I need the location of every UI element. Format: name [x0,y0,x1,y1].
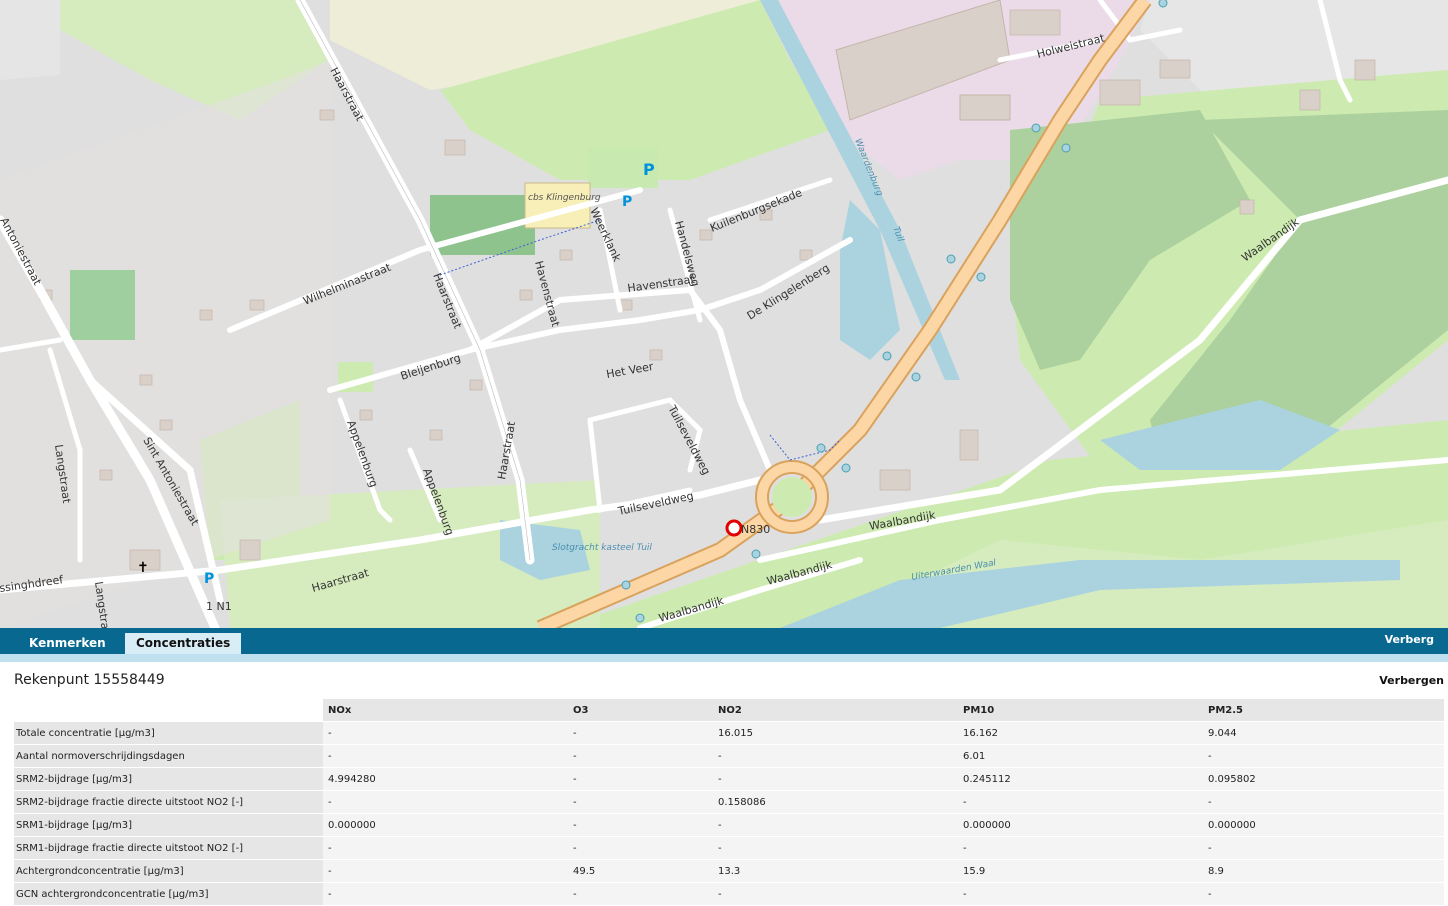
table-cell: - [958,836,1203,860]
table-cell: - [323,836,568,860]
selected-point-marker[interactable] [725,519,743,537]
table-cell: 8.9 [1203,859,1444,883]
table-cell: - [323,721,568,745]
table-header-row: NOx O3 NO2 PM10 PM2.5 [14,699,1444,722]
hide-panel-link[interactable]: Verberg [1385,633,1434,646]
table-cell: - [323,744,568,768]
parking-icon: P [643,160,655,179]
road-number-label: N830 [741,523,770,536]
table-cell: 49.5 [568,859,713,883]
table-cell: 16.162 [958,721,1203,745]
table-row: GCN achtergrondconcentratie [µg/m3] - - … [14,882,1444,906]
column-header-pm25: PM2.5 [1203,699,1444,722]
row-label: SRM2-bijdrage [µg/m3] [14,767,323,791]
table-row: SRM1-bijdrage fractie directe uitstoot N… [14,836,1444,860]
table-cell: - [713,767,958,791]
table-cell: - [713,813,958,837]
map-canvas[interactable]: P P P ✝ Haarstraat Haarstraat Haarstraat… [0,0,1448,628]
table-cell: 13.3 [713,859,958,883]
table-cell: - [1203,836,1444,860]
column-header-no2: NO2 [713,699,958,722]
row-label: SRM1-bijdrage fractie directe uitstoot N… [14,836,323,860]
table-cell: - [568,813,713,837]
table-row: SRM1-bijdrage [µg/m3] 0.000000 - - 0.000… [14,813,1444,837]
table-cell: 16.015 [713,721,958,745]
tab-concentraties[interactable]: Concentraties [125,633,242,654]
map-view[interactable]: P P P ✝ Haarstraat Haarstraat Haarstraat… [0,0,1448,628]
table-cell: - [958,790,1203,814]
water-label: Slotgracht kasteel Tuil [552,543,652,553]
row-label: Aantal normoverschrijdingsdagen [14,744,323,768]
church-icon: ✝ [137,560,149,576]
row-label: SRM1-bijdrage [µg/m3] [14,813,323,837]
table-cell: - [568,767,713,791]
panel-title: Rekenpunt 15558449 [14,672,165,688]
table-cell: 0.000000 [958,813,1203,837]
table-cell: 4.994280 [323,767,568,791]
row-label: Totale concentratie [µg/m3] [14,721,323,745]
table-row: SRM2-bijdrage [µg/m3] 4.994280 - - 0.245… [14,767,1444,791]
row-label: SRM2-bijdrage fractie directe uitstoot N… [14,790,323,814]
tab-bar: Kenmerken Concentraties Verberg [0,628,1448,654]
table-cell: 0.000000 [323,813,568,837]
table-cell: - [713,836,958,860]
table-cell: - [1203,790,1444,814]
table-cell: - [323,882,568,906]
table-cell: - [568,721,713,745]
table-cell: - [713,744,958,768]
row-label: Achtergrondconcentratie [µg/m3] [14,859,323,883]
row-label: GCN achtergrondconcentratie [µg/m3] [14,882,323,906]
table-cell: 6.01 [958,744,1203,768]
concentration-panel: Rekenpunt 15558449 Verbergen NOx O3 NO2 … [0,662,1448,906]
table-row: Achtergrondconcentratie [µg/m3] - 49.5 1… [14,859,1444,883]
table-cell: - [568,790,713,814]
column-header-o3: O3 [568,699,713,722]
column-header-pm10: PM10 [958,699,1203,722]
table-cell: 15.9 [958,859,1203,883]
table-row: SRM2-bijdrage fractie directe uitstoot N… [14,790,1444,814]
road-number-label: 1 N1 [206,600,232,613]
table-cell: - [568,744,713,768]
table-row: Aantal normoverschrijdingsdagen - - - 6.… [14,744,1444,768]
table-cell: - [1203,744,1444,768]
table-cell: - [323,859,568,883]
table-cell: - [713,882,958,906]
column-header-nox: NOx [323,699,568,722]
table-cell: - [323,790,568,814]
table-cell: 0.000000 [1203,813,1444,837]
concentration-table: NOx O3 NO2 PM10 PM2.5 Totale concentrati… [14,699,1444,906]
hide-details-link[interactable]: Verbergen [1379,674,1444,687]
parking-icon: P [622,194,632,210]
table-header-blank [14,699,323,722]
table-cell: - [1203,882,1444,906]
parking-icon: P [204,571,214,587]
table-cell: - [958,882,1203,906]
tab-underline [0,654,1448,662]
table-row: Totale concentratie [µg/m3] - - 16.015 1… [14,721,1444,745]
table-cell: 9.044 [1203,721,1444,745]
table-cell: 0.158086 [713,790,958,814]
table-cell: 0.245112 [958,767,1203,791]
table-cell: 0.095802 [1203,767,1444,791]
table-cell: - [568,882,713,906]
table-cell: - [568,836,713,860]
school-label: cbs Klingenburg [528,193,601,203]
tab-kenmerken[interactable]: Kenmerken [18,633,117,654]
